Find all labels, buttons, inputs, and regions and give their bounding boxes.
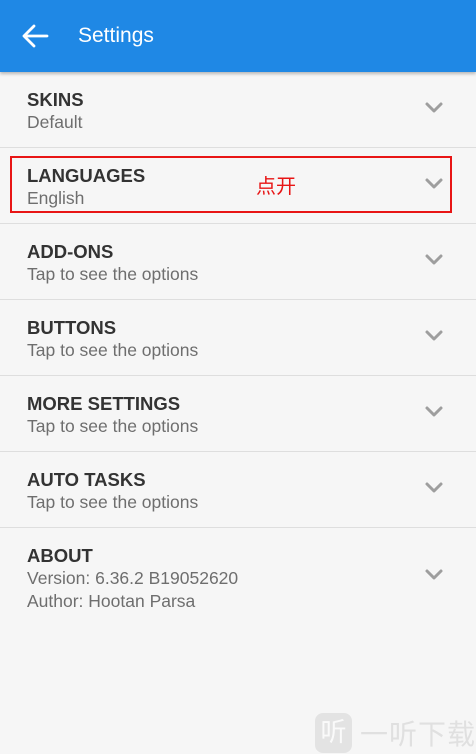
settings-item-subtitle: English: [27, 188, 85, 208]
chevron-down-icon[interactable]: [424, 329, 444, 343]
watermark-text: 一听下载: [359, 718, 476, 751]
settings-item-title: AUTO TASKS: [27, 469, 146, 490]
settings-list: SKINS Default LANGUAGES English ADD-ONS …: [0, 72, 476, 628]
app-bar: Settings: [0, 0, 476, 72]
back-button[interactable]: [14, 16, 56, 56]
chevron-down-icon[interactable]: [424, 568, 444, 582]
about-author-text: Author: Hootan Parsa: [27, 591, 196, 611]
annotation-text: 点开: [256, 174, 296, 198]
page-title: Settings: [78, 24, 154, 47]
settings-item-title: LANGUAGES: [27, 165, 146, 186]
settings-item-subtitle: Tap to see the options: [27, 264, 199, 284]
settings-item-subtitle: Tap to see the options: [27, 492, 199, 512]
settings-item-add-ons[interactable]: ADD-ONS Tap to see the options: [0, 224, 476, 300]
chevron-down-icon[interactable]: [424, 177, 444, 191]
chevron-down-icon[interactable]: [424, 101, 444, 115]
settings-item-auto-tasks[interactable]: AUTO TASKS Tap to see the options: [0, 452, 476, 528]
settings-item-subtitle: Tap to see the options: [27, 340, 199, 360]
settings-item-skins[interactable]: SKINS Default: [0, 72, 476, 148]
settings-item-languages[interactable]: LANGUAGES English: [0, 148, 476, 224]
watermark: 听 一听下载: [315, 712, 476, 754]
settings-item-buttons[interactable]: BUTTONS Tap to see the options: [0, 300, 476, 376]
settings-item-about[interactable]: ABOUT Version: 6.36.2 B19052620 Author: …: [0, 528, 476, 628]
settings-item-title: SKINS: [27, 89, 84, 110]
settings-item-subtitle: Tap to see the options: [27, 416, 199, 436]
settings-item-subtitle: Default: [27, 112, 83, 132]
settings-item-title: MORE SETTINGS: [27, 393, 181, 414]
settings-item-title: BUTTONS: [27, 317, 117, 338]
arrow-left-icon: [22, 24, 49, 48]
chevron-down-icon[interactable]: [424, 481, 444, 495]
about-version-text: Version: 6.36.2 B19052620: [27, 568, 239, 588]
settings-item-more-settings[interactable]: MORE SETTINGS Tap to see the options: [0, 376, 476, 452]
chevron-down-icon[interactable]: [424, 405, 444, 419]
chevron-down-icon[interactable]: [424, 253, 444, 267]
settings-item-title: ADD-ONS: [27, 241, 114, 262]
watermark-logo: 听: [315, 713, 352, 753]
settings-item-title: ABOUT: [27, 545, 93, 566]
